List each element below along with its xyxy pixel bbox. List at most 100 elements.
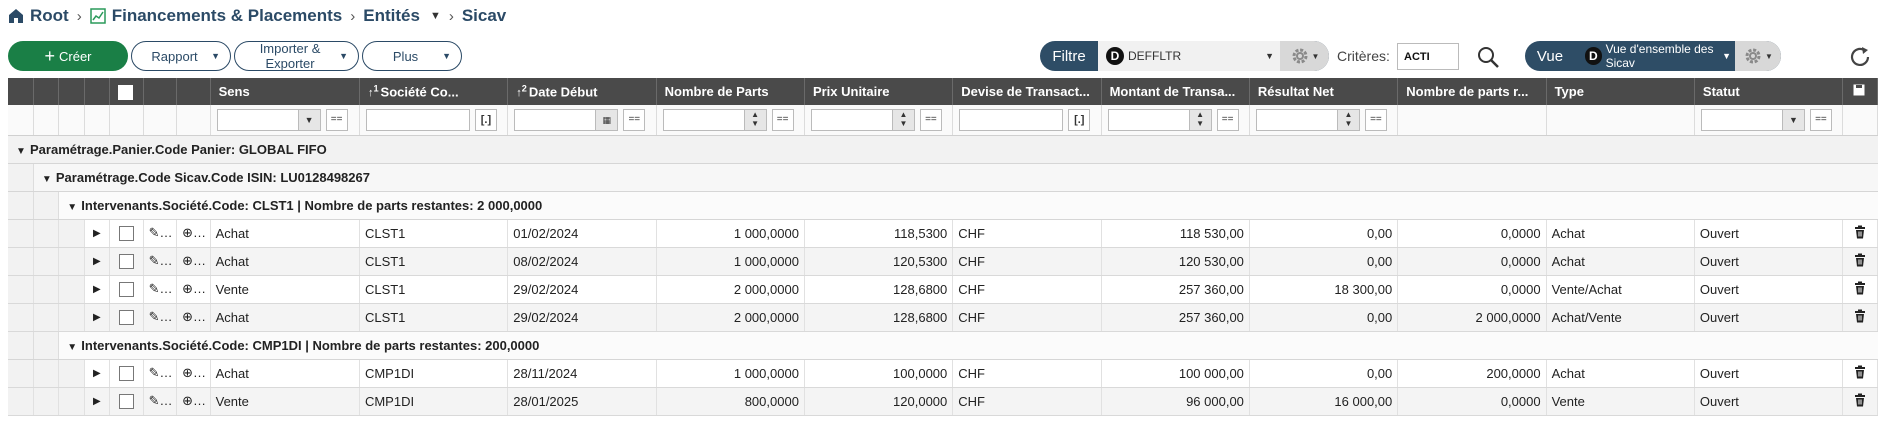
breadcrumb-entites[interactable]: Entités ▼: [363, 6, 441, 26]
zoom-icon[interactable]: ⊕…: [176, 247, 211, 276]
row-select[interactable]: [109, 359, 144, 388]
search-icon[interactable]: [1476, 45, 1500, 69]
col-header-sens[interactable]: Sens: [210, 78, 360, 105]
table-row[interactable]: ▶ ✎… ⊕… Vente CMP1DI 28/01/2025 800,0000…: [8, 387, 1878, 416]
zoom-icon[interactable]: ⊕…: [176, 387, 211, 416]
filter-select[interactable]: D DEFFLTR ▼: [1098, 41, 1280, 71]
col-header-montant[interactable]: Montant de Transa...: [1101, 78, 1250, 105]
delete-cell[interactable]: [1842, 275, 1878, 304]
stepper-icon[interactable]: ▲ ▼: [1336, 109, 1359, 130]
row-select[interactable]: [109, 275, 144, 304]
filter-operator[interactable]: ==: [771, 108, 794, 131]
filter-operator[interactable]: ==: [1216, 108, 1239, 131]
collapse-triangle-icon[interactable]: ▼: [67, 342, 81, 353]
plus-dropdown[interactable]: Plus ▼: [362, 41, 462, 71]
pencil-icon[interactable]: ✎…: [143, 359, 178, 388]
pencil-icon[interactable]: ✎…: [143, 303, 178, 332]
row-checkbox[interactable]: [118, 394, 134, 410]
breadcrumb-root[interactable]: Root: [8, 6, 69, 26]
trash-icon[interactable]: [1854, 281, 1866, 295]
row-select[interactable]: [109, 387, 144, 416]
table-row[interactable]: ▶ ✎… ⊕… Achat CMP1DI 28/11/2024 1 000,00…: [8, 359, 1878, 388]
row-select[interactable]: [109, 219, 144, 248]
delete-cell[interactable]: [1842, 219, 1878, 248]
criteres-input[interactable]: [1397, 43, 1459, 70]
filter-montant-input[interactable]: ▲ ▼: [1107, 108, 1212, 131]
row-checkbox[interactable]: [118, 254, 134, 270]
filter-operator[interactable]: [.]: [474, 108, 497, 131]
collapse-triangle-icon[interactable]: ▼: [42, 174, 56, 185]
group-row-societe-cmp1di[interactable]: ▼ Intervenants.Société.Code: CMP1DI | Nom…: [8, 331, 1878, 360]
row-checkbox[interactable]: [118, 226, 134, 242]
view-settings-button[interactable]: ▼: [1735, 41, 1781, 71]
row-checkbox[interactable]: [118, 366, 134, 382]
filter-operator[interactable]: ==: [623, 108, 646, 131]
group-row-panier[interactable]: ▼ Paramétrage.Panier.Code Panier: GLOBAL …: [8, 135, 1878, 164]
expand-triangle-icon[interactable]: ▶: [84, 219, 111, 248]
pencil-icon[interactable]: ✎…: [143, 275, 178, 304]
filter-nb-parts-input[interactable]: ▲ ▼: [662, 108, 767, 131]
filter-settings-button[interactable]: ▼: [1280, 41, 1329, 71]
stepper-icon[interactable]: ▲ ▼: [891, 109, 914, 130]
calendar-icon[interactable]: ▦: [595, 109, 618, 130]
refresh-icon[interactable]: [1848, 45, 1872, 69]
col-header-societe[interactable]: ↑1 Société Co...: [359, 78, 509, 105]
trash-icon[interactable]: [1854, 253, 1866, 267]
import-export-dropdown[interactable]: Importer & Exporter ▼: [234, 41, 359, 71]
filter-operator[interactable]: ==: [919, 108, 942, 131]
delete-cell[interactable]: [1842, 387, 1878, 416]
zoom-icon[interactable]: ⊕…: [176, 275, 211, 304]
filter-date-input[interactable]: ▦: [514, 108, 619, 131]
col-header-devise[interactable]: Devise de Transact...: [952, 78, 1102, 105]
pencil-icon[interactable]: ✎…: [143, 247, 178, 276]
zoom-icon[interactable]: ⊕…: [176, 359, 211, 388]
group-row-societe-clst1[interactable]: ▼ Intervenants.Société.Code: CLST1 | Nomb…: [8, 191, 1878, 220]
col-header-parts-restantes[interactable]: Nombre de parts r...: [1397, 78, 1547, 105]
expand-triangle-icon[interactable]: ▶: [84, 247, 111, 276]
pencil-icon[interactable]: ✎…: [143, 387, 178, 416]
filter-resultat-input[interactable]: ▲ ▼: [1255, 108, 1360, 131]
zoom-icon[interactable]: ⊕…: [176, 303, 211, 332]
delete-cell[interactable]: [1842, 303, 1878, 332]
select-all-checkbox[interactable]: [118, 84, 134, 100]
row-select[interactable]: [109, 247, 144, 276]
filter-operator[interactable]: ==: [1809, 108, 1832, 131]
collapse-triangle-icon[interactable]: ▼: [16, 146, 30, 157]
table-row[interactable]: ▶ ✎… ⊕… Achat CLST1 08/02/2024 1 000,000…: [8, 247, 1878, 276]
col-header-prix[interactable]: Prix Unitaire: [804, 78, 954, 105]
header-select-all[interactable]: [109, 78, 144, 105]
col-header-resultat[interactable]: Résultat Net: [1249, 78, 1399, 105]
filter-operator[interactable]: [.]: [1068, 108, 1091, 131]
row-checkbox[interactable]: [118, 310, 134, 326]
trash-icon[interactable]: [1854, 225, 1866, 239]
expand-triangle-icon[interactable]: ▶: [84, 275, 111, 304]
expand-triangle-icon[interactable]: ▶: [84, 387, 111, 416]
rapport-dropdown[interactable]: Rapport ▼: [131, 41, 231, 71]
delete-cell[interactable]: [1842, 247, 1878, 276]
table-row[interactable]: ▶ ✎… ⊕… Vente CLST1 29/02/2024 2 000,000…: [8, 275, 1878, 304]
table-row[interactable]: ▶ ✎… ⊕… Achat CLST1 29/02/2024 2 000,000…: [8, 303, 1878, 332]
trash-icon[interactable]: [1854, 365, 1866, 379]
expand-triangle-icon[interactable]: ▶: [84, 359, 111, 388]
filter-statut-select[interactable]: ▼: [1700, 108, 1805, 131]
delete-cell[interactable]: [1842, 359, 1878, 388]
filter-societe-input[interactable]: [365, 108, 470, 131]
col-header-type[interactable]: Type: [1546, 78, 1695, 105]
filter-prix-input[interactable]: ▲ ▼: [810, 108, 915, 131]
trash-icon[interactable]: [1854, 393, 1866, 407]
zoom-icon[interactable]: ⊕…: [176, 219, 211, 248]
stepper-icon[interactable]: ▲ ▼: [743, 109, 766, 130]
filter-sens-select[interactable]: ▼: [216, 108, 321, 131]
row-select[interactable]: [109, 303, 144, 332]
filter-devise-input[interactable]: [959, 108, 1064, 131]
expand-triangle-icon[interactable]: ▶: [84, 303, 111, 332]
filter-operator[interactable]: ==: [325, 108, 348, 131]
table-row[interactable]: ▶ ✎… ⊕… Achat CLST1 01/02/2024 1 000,000…: [8, 219, 1878, 248]
create-button[interactable]: + Créer: [8, 41, 128, 71]
col-header-save[interactable]: [1842, 78, 1878, 105]
col-header-date[interactable]: ↑2 Date Début: [507, 78, 657, 105]
view-select[interactable]: D Vue d'ensemble des Sicav ▼: [1575, 41, 1735, 71]
stepper-icon[interactable]: ▲ ▼: [1188, 109, 1211, 130]
collapse-triangle-icon[interactable]: ▼: [67, 202, 81, 213]
row-checkbox[interactable]: [118, 282, 134, 298]
